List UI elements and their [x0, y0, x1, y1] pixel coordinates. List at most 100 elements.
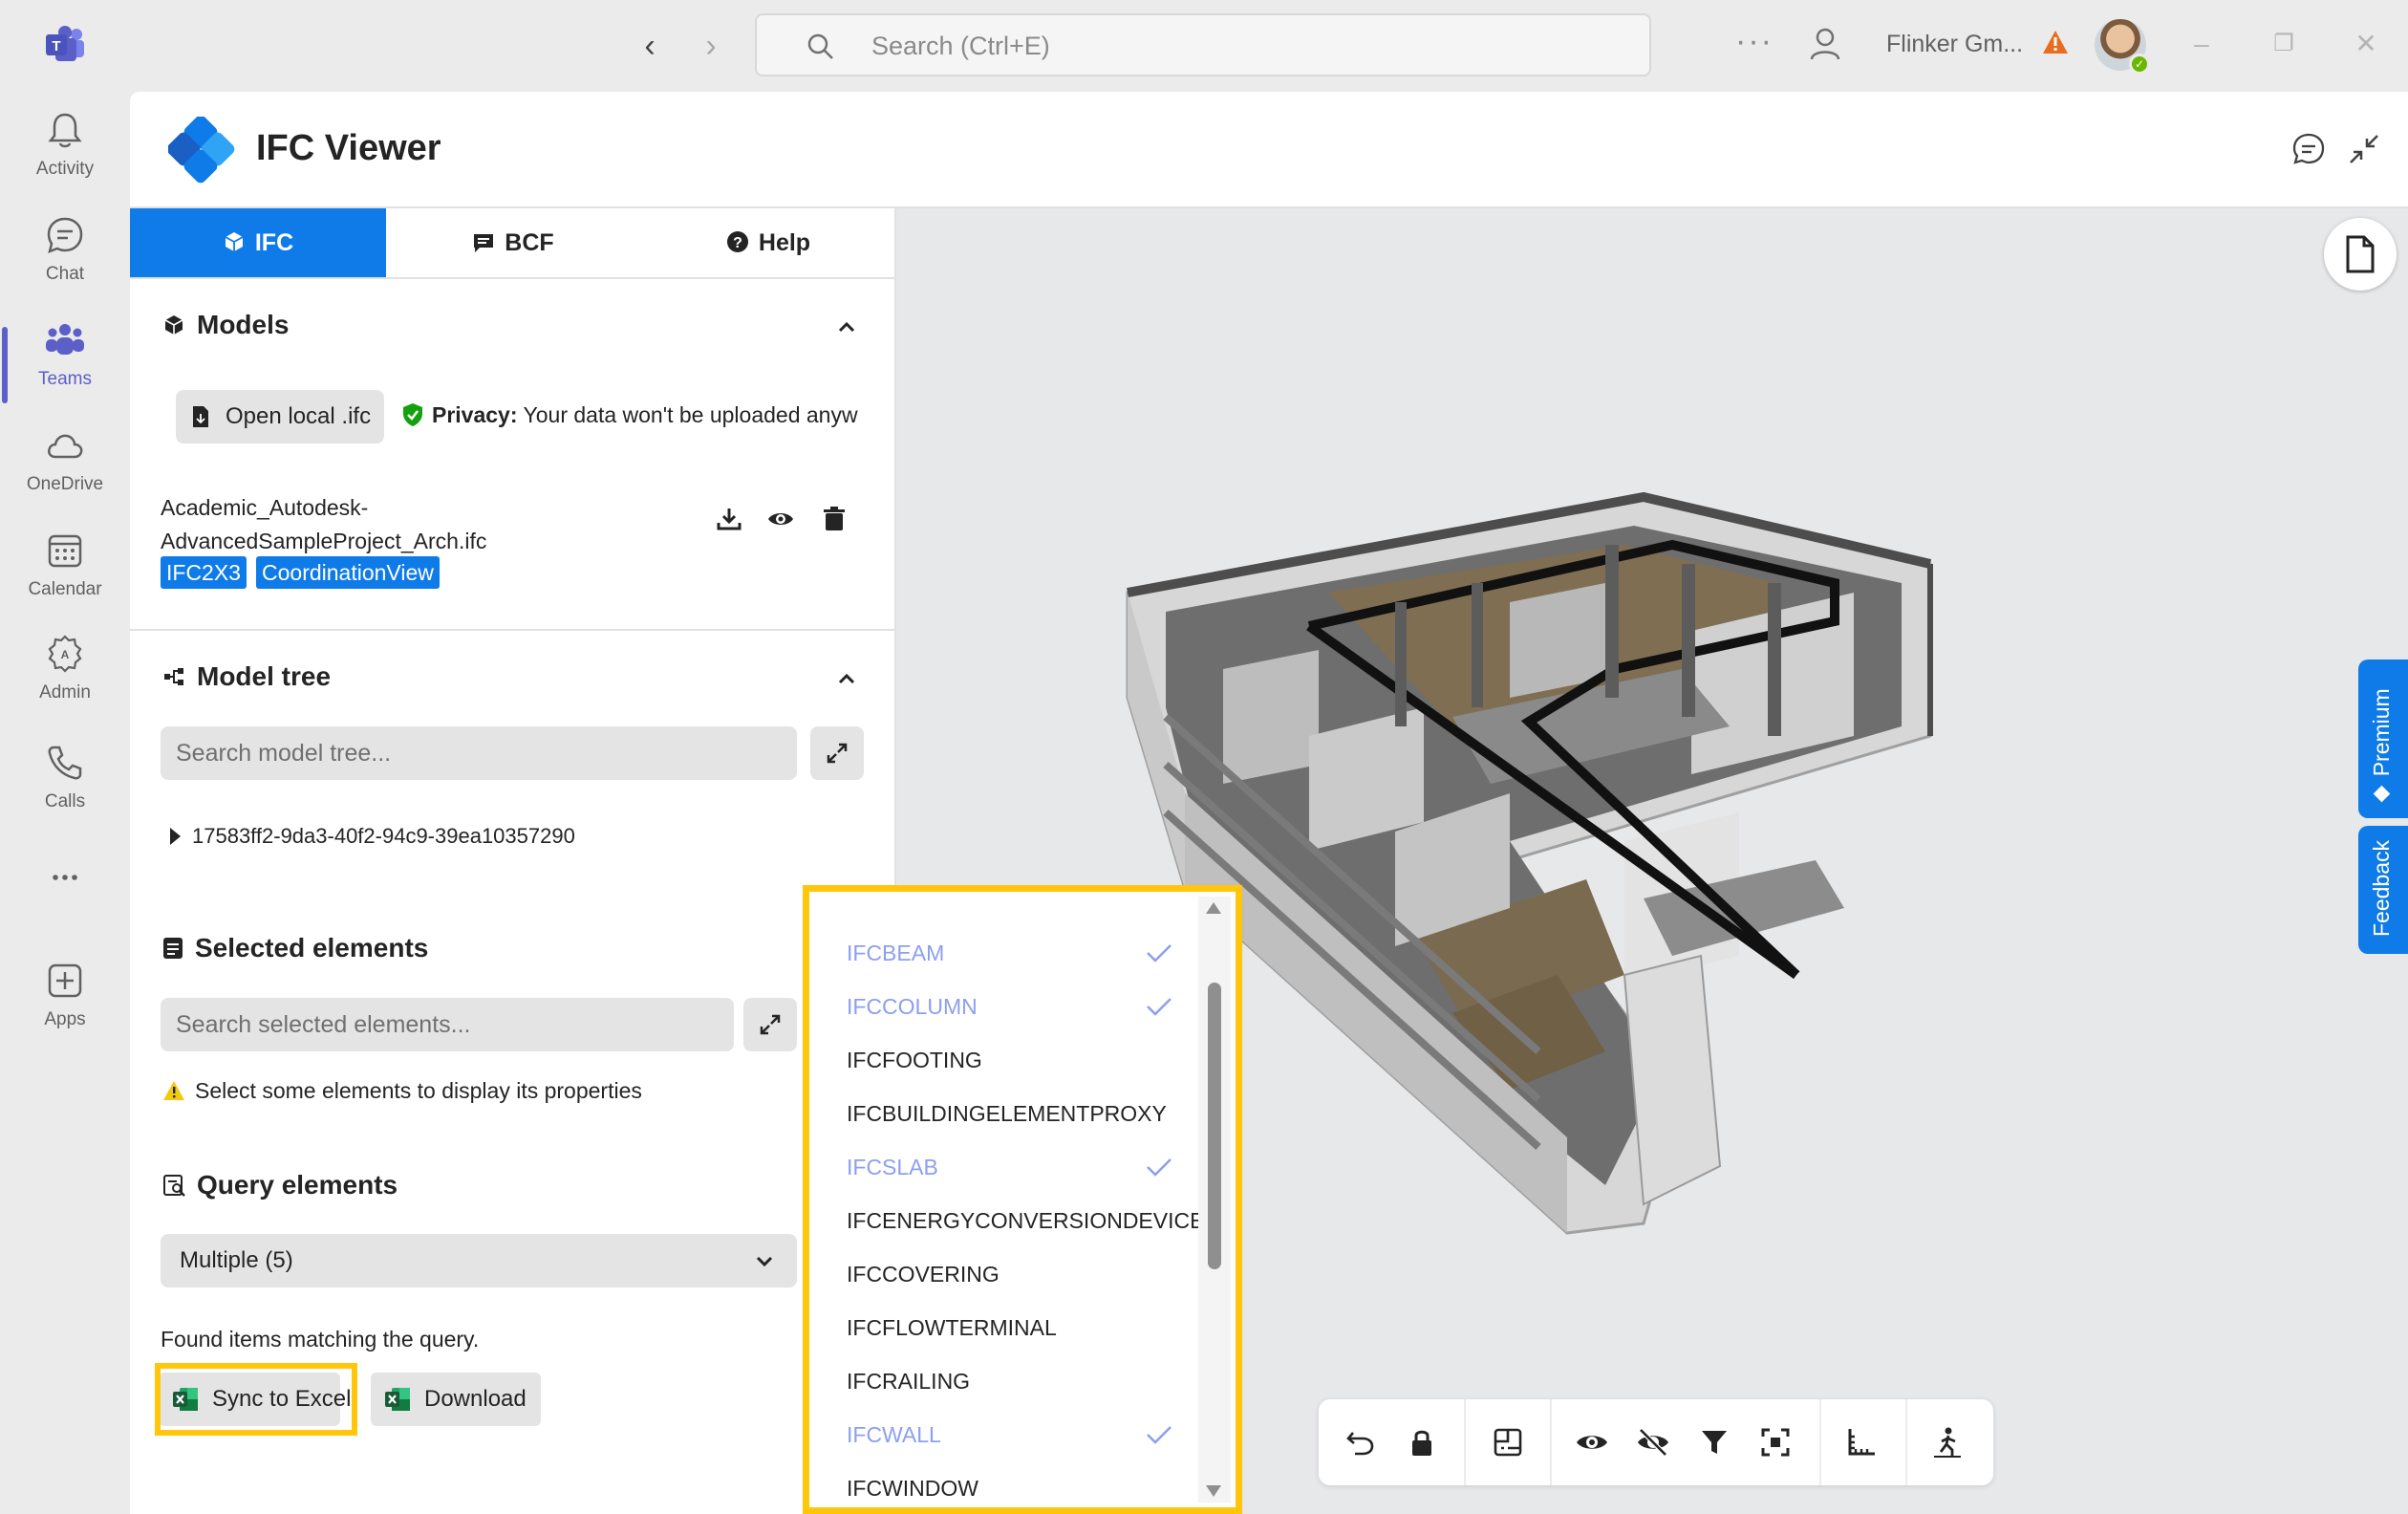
tab-help[interactable]: ? Help: [640, 208, 896, 277]
side-panel: IFC BCF ? Help Models Open local .ifc Pri…: [130, 208, 896, 1514]
measure-icon[interactable]: [1844, 1425, 1879, 1460]
teams-logo-icon[interactable]: T: [44, 23, 88, 67]
chat-icon: [47, 217, 83, 254]
avatar[interactable]: ✓: [2095, 19, 2150, 75]
focus-icon[interactable]: [1758, 1425, 1793, 1460]
tab-bar: IFC BCF ? Help: [130, 208, 896, 279]
rail-item-calendar[interactable]: Calendar: [0, 530, 130, 625]
model-tree-section-title: Model tree: [162, 661, 331, 692]
model-tree-search-input[interactable]: Search model tree...: [161, 726, 797, 780]
eye-icon[interactable]: [766, 505, 795, 533]
phone-icon: [48, 746, 82, 780]
rail-label: Calls: [44, 791, 86, 811]
app-header: IFC Viewer: [130, 92, 2408, 208]
feedback-label: Feedback: [2369, 839, 2394, 937]
back-arrow-icon[interactable]: ‹: [631, 27, 669, 65]
rail-item-chat[interactable]: Chat: [0, 214, 130, 310]
lock-icon[interactable]: [1405, 1425, 1439, 1460]
rail-item-onedrive[interactable]: OneDrive: [0, 424, 130, 520]
eye-off-icon[interactable]: [1636, 1425, 1670, 1460]
list-icon: [163, 938, 183, 959]
open-local-ifc-button[interactable]: Open local .ifc: [176, 390, 384, 443]
rail-item-apps[interactable]: Apps: [0, 960, 130, 1055]
people-icon[interactable]: [1806, 25, 1844, 63]
rail-label: Chat: [45, 264, 85, 284]
app-rail: Activity Chat Teams OneDrive Calendar A …: [0, 92, 130, 1514]
presence-available-icon: ✓: [2129, 54, 2150, 75]
viewer-toolbar: [1319, 1399, 1993, 1485]
premium-label: ◆Premium: [2369, 688, 2395, 804]
cloud-icon: [48, 434, 83, 459]
rail-label: Admin: [39, 682, 91, 703]
close-icon[interactable]: ✕: [2347, 25, 2385, 63]
caret-right-icon: [170, 828, 181, 845]
expand-icon: [827, 743, 848, 764]
feedback-tab[interactable]: Feedback: [2358, 826, 2408, 954]
download-icon[interactable]: [715, 505, 743, 533]
selected-search-placeholder: Search selected elements...: [176, 1011, 471, 1038]
expand-selected-button[interactable]: [743, 998, 797, 1051]
rail-item-admin[interactable]: A Admin: [0, 633, 130, 728]
restore-icon[interactable]: ❐: [2265, 25, 2303, 63]
selected-elements-title: Selected elements: [195, 933, 429, 962]
chevron-up-icon[interactable]: [833, 665, 860, 692]
download-button[interactable]: Download: [371, 1373, 541, 1426]
premium-tab[interactable]: ◆Premium: [2358, 660, 2408, 818]
document-icon: [2346, 235, 2375, 273]
svg-text:A: A: [61, 648, 70, 661]
model-file-name: Academic_Autodesk- AdvancedSampleProject…: [161, 491, 543, 558]
model-tree-title: Model tree: [197, 661, 332, 691]
undo-icon[interactable]: [1344, 1425, 1378, 1460]
chat-icon[interactable]: [2291, 132, 2326, 166]
floorplan-icon[interactable]: [1491, 1425, 1525, 1460]
schema-badge: IFC2X3: [161, 556, 247, 589]
org-name[interactable]: Flinker Gm...: [1886, 31, 2023, 58]
forward-arrow-icon[interactable]: ›: [692, 27, 730, 65]
premium-text: Premium: [2369, 688, 2394, 777]
divider: [130, 629, 894, 631]
eye-icon[interactable]: [1575, 1425, 1609, 1460]
toolbar-separator: [1464, 1399, 1466, 1485]
tree-icon: [164, 668, 183, 685]
open-local-label: Open local .ifc: [226, 403, 372, 429]
privacy-label: Privacy:: [432, 402, 518, 427]
chevron-down-icon: [756, 1256, 773, 1267]
search-icon: [807, 33, 833, 59]
file-icon: [193, 406, 208, 427]
document-button[interactable]: [2324, 218, 2397, 291]
rail-label: Teams: [38, 369, 92, 389]
diamond-icon: ◆: [2373, 779, 2391, 805]
chevron-up-icon[interactable]: [833, 314, 860, 340]
filter-icon[interactable]: [1697, 1425, 1731, 1460]
query-type-select[interactable]: Multiple (5): [161, 1234, 797, 1287]
expand-tree-button[interactable]: [810, 726, 864, 780]
cube-icon: [164, 315, 183, 335]
rail-item-calls[interactable]: Calls: [0, 742, 130, 837]
rail-label: Apps: [44, 1009, 86, 1029]
more-icon[interactable]: ···: [1735, 23, 1774, 60]
rail-item-more[interactable]: [0, 856, 130, 952]
title-bar: T ‹ › Search (Ctrl+E) ··· Flinker Gm... …: [0, 0, 2408, 92]
select-value: Multiple (5): [180, 1247, 293, 1273]
collapse-icon[interactable]: [2347, 132, 2381, 166]
rail-item-activity[interactable]: Activity: [0, 109, 130, 205]
search-placeholder: Search (Ctrl+E): [871, 32, 1050, 60]
download-button-label: Download: [424, 1386, 527, 1412]
page-title: IFC Viewer: [256, 128, 441, 168]
minimize-icon[interactable]: –: [2182, 25, 2221, 63]
trash-icon[interactable]: [820, 505, 849, 533]
rail-item-teams[interactable]: Teams: [0, 319, 130, 415]
tab-ifc[interactable]: IFC: [130, 208, 386, 277]
shield-check-icon: [403, 403, 422, 426]
tab-bcf[interactable]: BCF: [386, 208, 640, 277]
selected-elements-section-title: Selected elements: [162, 933, 428, 963]
tree-root-node[interactable]: 17583ff2-9da3-40f2-94c9-39ea10357290: [170, 824, 575, 849]
query-elements-section-title: Query elements: [162, 1170, 398, 1200]
selected-elements-search-input[interactable]: Search selected elements...: [161, 998, 734, 1051]
privacy-text: Your data won't be uploaded anyw: [523, 402, 858, 427]
warning-icon[interactable]: [2041, 29, 2070, 55]
file-name-line: AdvancedSampleProject_Arch.ifc: [161, 529, 487, 553]
warning-icon: [163, 1081, 184, 1100]
search-input[interactable]: Search (Ctrl+E): [755, 13, 1651, 76]
walk-icon[interactable]: [1930, 1425, 1965, 1460]
